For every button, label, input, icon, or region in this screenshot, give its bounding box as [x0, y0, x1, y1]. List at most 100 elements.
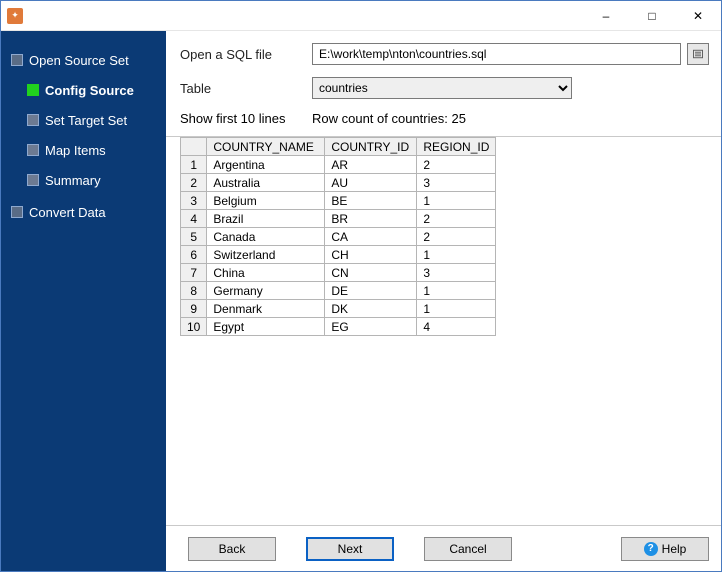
cell: 4 [417, 318, 496, 336]
step-icon [11, 54, 23, 66]
sql-path-input[interactable] [312, 43, 681, 65]
sidebar-item-label: Config Source [45, 83, 134, 98]
header-rownum [181, 138, 207, 156]
next-button[interactable]: Next [306, 537, 394, 561]
table-select[interactable]: countries [312, 77, 572, 99]
cell: CN [325, 264, 417, 282]
cell: 3 [417, 264, 496, 282]
sidebar-item-set-target-set[interactable]: Set Target Set [1, 107, 166, 133]
cell: 1 [417, 192, 496, 210]
show-first-label: Show first 10 lines [180, 111, 312, 126]
main-panel: Open a SQL file Table countries [166, 31, 721, 571]
row-number: 3 [181, 192, 207, 210]
cell: DE [325, 282, 417, 300]
table-row: 8GermanyDE1 [181, 282, 496, 300]
preview-table: COUNTRY_NAME COUNTRY_ID REGION_ID 1Argen… [180, 137, 496, 336]
cell: 3 [417, 174, 496, 192]
row-number: 9 [181, 300, 207, 318]
step-icon [11, 206, 23, 218]
step-icon [27, 114, 39, 126]
cell: AR [325, 156, 417, 174]
help-button[interactable]: ? Help [621, 537, 709, 561]
cancel-button[interactable]: Cancel [424, 537, 512, 561]
open-sql-label: Open a SQL file [180, 47, 312, 62]
sidebar-item-convert-data[interactable]: Convert Data [1, 199, 166, 225]
table-label: Table [180, 81, 312, 96]
row-number: 1 [181, 156, 207, 174]
cell: CH [325, 246, 417, 264]
row-number: 6 [181, 246, 207, 264]
preview-table-area: COUNTRY_NAME COUNTRY_ID REGION_ID 1Argen… [166, 137, 721, 525]
sidebar-item-open-source-set[interactable]: Open Source Set [1, 47, 166, 73]
cell: 1 [417, 282, 496, 300]
sidebar-item-map-items[interactable]: Map Items [1, 137, 166, 163]
cell: DK [325, 300, 417, 318]
header-country-name: COUNTRY_NAME [207, 138, 325, 156]
cell: CA [325, 228, 417, 246]
form-area: Open a SQL file Table countries [166, 31, 721, 137]
cell: AU [325, 174, 417, 192]
table-row: 2AustraliaAU3 [181, 174, 496, 192]
cell: 1 [417, 246, 496, 264]
cell: Denmark [207, 300, 325, 318]
close-button[interactable]: ✕ [675, 1, 721, 30]
row-number: 2 [181, 174, 207, 192]
browse-icon [692, 48, 704, 60]
app-window: ✦ – □ ✕ Open Source Set Config Source Set … [0, 0, 722, 572]
help-icon: ? [644, 542, 658, 556]
cell: BR [325, 210, 417, 228]
browse-button[interactable] [687, 43, 709, 65]
cell: Germany [207, 282, 325, 300]
table-row: 10EgyptEG4 [181, 318, 496, 336]
sidebar-item-label: Open Source Set [29, 53, 129, 68]
step-icon [27, 174, 39, 186]
app-icon: ✦ [7, 8, 23, 24]
cell: China [207, 264, 325, 282]
row-number: 7 [181, 264, 207, 282]
sidebar-item-config-source[interactable]: Config Source [1, 77, 166, 103]
table-row: 9DenmarkDK1 [181, 300, 496, 318]
sidebar-item-summary[interactable]: Summary [1, 167, 166, 193]
table-row: 1ArgentinaAR2 [181, 156, 496, 174]
row-number: 10 [181, 318, 207, 336]
header-country-id: COUNTRY_ID [325, 138, 417, 156]
header-row: COUNTRY_NAME COUNTRY_ID REGION_ID [181, 138, 496, 156]
back-button[interactable]: Back [188, 537, 276, 561]
cell: Canada [207, 228, 325, 246]
table-row: 5CanadaCA2 [181, 228, 496, 246]
body: Open Source Set Config Source Set Target S… [1, 31, 721, 571]
cell: Belgium [207, 192, 325, 210]
cell: EG [325, 318, 417, 336]
sidebar-item-label: Set Target Set [45, 113, 127, 128]
cell: 2 [417, 156, 496, 174]
sidebar-item-label: Map Items [45, 143, 106, 158]
footer: Back Next Cancel ? Help [166, 525, 721, 571]
cell: 1 [417, 300, 496, 318]
row-count-label: Row count of countries: 25 [312, 111, 466, 126]
cell: Switzerland [207, 246, 325, 264]
row-number: 8 [181, 282, 207, 300]
cell: Argentina [207, 156, 325, 174]
cell: 2 [417, 210, 496, 228]
step-icon [27, 144, 39, 156]
row-number: 5 [181, 228, 207, 246]
sidebar-item-label: Convert Data [29, 205, 106, 220]
cell: Brazil [207, 210, 325, 228]
cell: 2 [417, 228, 496, 246]
header-region-id: REGION_ID [417, 138, 496, 156]
minimize-button[interactable]: – [583, 1, 629, 30]
row-number: 4 [181, 210, 207, 228]
titlebar: ✦ – □ ✕ [1, 1, 721, 31]
maximize-button[interactable]: □ [629, 1, 675, 30]
cell: Australia [207, 174, 325, 192]
table-row: 4BrazilBR2 [181, 210, 496, 228]
table-row: 6SwitzerlandCH1 [181, 246, 496, 264]
cell: Egypt [207, 318, 325, 336]
table-row: 7ChinaCN3 [181, 264, 496, 282]
step-icon [27, 84, 39, 96]
sidebar-item-label: Summary [45, 173, 101, 188]
window-controls: – □ ✕ [583, 1, 721, 30]
wizard-sidebar: Open Source Set Config Source Set Target S… [1, 31, 166, 571]
cell: BE [325, 192, 417, 210]
table-row: 3BelgiumBE1 [181, 192, 496, 210]
